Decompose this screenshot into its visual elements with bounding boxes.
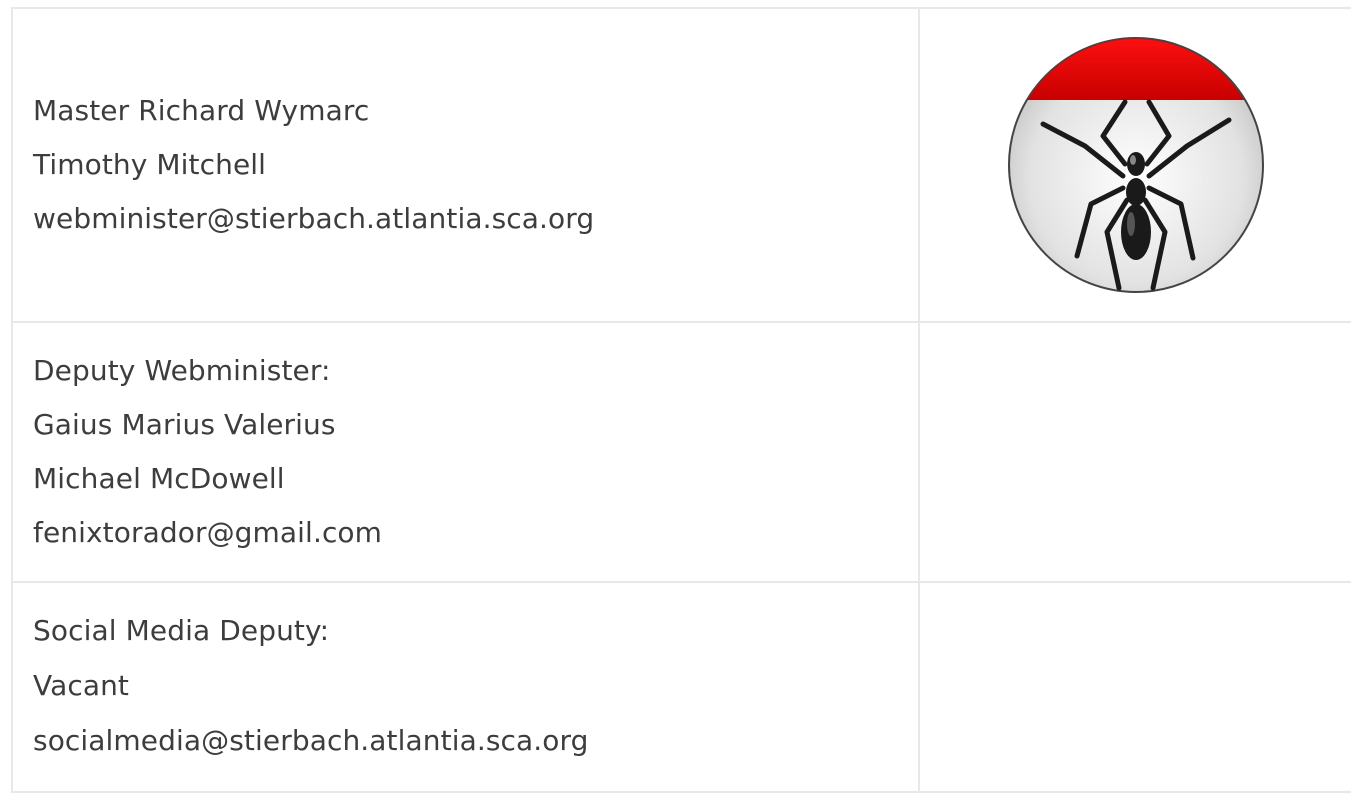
officer-role: Deputy Webminister: [33, 354, 331, 387]
officer-mundane-name: Michael McDowell [33, 462, 285, 495]
officer-badge-cell-empty [918, 581, 1351, 793]
officer-row-social-media-deputy: Social Media Deputy: Vacant socialmedia@… [11, 581, 1351, 793]
officer-info-cell: Social Media Deputy: Vacant socialmedia@… [11, 581, 920, 793]
spider-badge-icon [1007, 37, 1264, 293]
officer-row-deputy-webminister: Deputy Webminister: Gaius Marius Valeriu… [11, 321, 1351, 583]
officer-email-link[interactable]: webminister@stierbach.atlantia.sca.org [33, 192, 918, 246]
officer-title-name: Gaius Marius Valerius [33, 408, 336, 441]
officer-row-webminister: Master Richard Wymarc Timothy Mitchell w… [11, 7, 1351, 323]
officer-info-cell: Master Richard Wymarc Timothy Mitchell w… [11, 7, 920, 323]
officer-mundane-name: Timothy Mitchell [33, 148, 267, 181]
officer-role: Social Media Deputy: [33, 614, 330, 647]
officer-badge-cell-empty [918, 321, 1351, 583]
officer-title-name: Master Richard Wymarc [33, 94, 370, 127]
officer-info-cell: Deputy Webminister: Gaius Marius Valeriu… [11, 321, 920, 583]
officer-email-link[interactable]: fenixtorador@gmail.com [33, 506, 918, 560]
officer-table: Master Richard Wymarc Timothy Mitchell w… [11, 7, 1351, 793]
officer-email-link[interactable]: socialmedia@stierbach.atlantia.sca.org [33, 713, 918, 768]
officer-title-name: Vacant [33, 669, 130, 702]
officer-badge-cell [918, 7, 1351, 323]
